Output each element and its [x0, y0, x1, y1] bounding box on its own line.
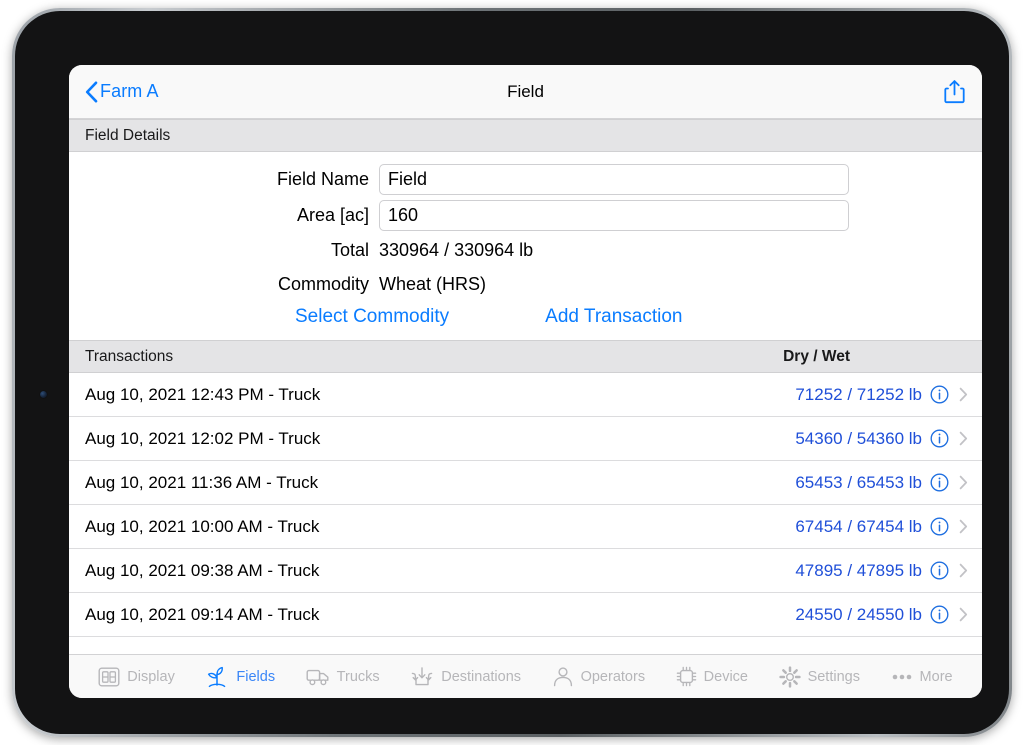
page-title: Field — [507, 81, 544, 101]
truck-icon — [306, 669, 329, 685]
destination-icon — [411, 666, 433, 685]
add-transaction-button[interactable]: Add Transaction — [545, 306, 682, 328]
sprout-icon — [208, 666, 226, 687]
chevron-right-icon — [959, 563, 968, 578]
transaction-amount: 54360 / 54360 lb — [795, 428, 922, 448]
field-actions: Select Commodity Add Transaction — [69, 306, 982, 328]
transactions-column-header-dry-wet: Dry / Wet — [783, 347, 850, 365]
chevron-right-icon — [959, 475, 968, 490]
navigation-bar: Farm A Field — [69, 65, 982, 119]
chevron-right-icon — [959, 431, 968, 446]
section-header-field-details: Field Details — [69, 119, 982, 152]
chevron-right-icon — [959, 519, 968, 534]
transaction-amount: 47895 / 47895 lb — [795, 560, 922, 580]
tab-item-destinations[interactable]: Destinations — [410, 666, 522, 687]
area-label: Area [ac] — [296, 204, 369, 225]
transactions-header-label: Transactions — [85, 347, 174, 365]
tab-item-settings[interactable]: Settings — [778, 665, 860, 688]
transaction-amount: 65453 / 65453 lb — [795, 472, 922, 492]
tab-item-label: More — [919, 668, 953, 685]
tab-item-more[interactable]: More — [891, 669, 953, 685]
tab-item-label: Trucks — [336, 668, 380, 685]
info-circle-icon[interactable] — [930, 473, 949, 492]
transaction-title: Aug 10, 2021 12:43 PM - Truck — [85, 384, 321, 404]
tab-item-trucks[interactable]: Trucks — [306, 668, 380, 686]
chevron-right-icon — [959, 387, 968, 402]
tab-item-label: Display — [127, 668, 175, 685]
form-row-field-name: Field Name — [69, 162, 982, 196]
tab-item-label: Destinations — [441, 668, 522, 685]
transaction-row[interactable]: Aug 10, 2021 09:14 AM - Truck 24550 / 245… — [69, 593, 982, 637]
section-header-label: Field Details — [85, 126, 171, 144]
tab-item-label: Fields — [236, 668, 276, 685]
transaction-title: Aug 10, 2021 11:36 AM - Truck — [85, 472, 319, 492]
transaction-row[interactable]: Aug 10, 2021 09:38 AM - Truck 47895 / 478… — [69, 549, 982, 593]
gear-icon — [778, 665, 801, 688]
transaction-row-partial[interactable] — [69, 637, 982, 651]
transaction-row[interactable]: Aug 10, 2021 12:02 PM - Truck 54360 / 543… — [69, 417, 982, 461]
share-button[interactable] — [944, 65, 965, 118]
form-row-area: Area [ac] — [69, 198, 982, 232]
form-row-total: Total 330964 / 330964 lb — [69, 234, 982, 266]
field-name-input[interactable] — [379, 163, 849, 195]
select-commodity-button[interactable]: Select Commodity — [295, 306, 449, 328]
person-icon — [553, 666, 572, 686]
transaction-amount: 71252 / 71252 lb — [795, 384, 922, 404]
chip-icon — [676, 666, 696, 687]
info-circle-icon[interactable] — [930, 561, 949, 580]
info-circle-icon[interactable] — [930, 517, 949, 536]
transaction-title: Aug 10, 2021 12:02 PM - Truck — [85, 428, 321, 448]
commodity-label: Commodity — [277, 273, 369, 294]
transactions-list: Aug 10, 2021 12:43 PM - Truck 71252 / 712… — [69, 373, 982, 651]
total-value: 330964 / 330964 lb — [379, 239, 534, 260]
transaction-row[interactable]: Aug 10, 2021 10:00 AM - Truck 67454 / 674… — [69, 505, 982, 549]
tab-item-label: Settings — [807, 668, 860, 685]
transaction-amount: 24550 / 24550 lb — [795, 604, 922, 624]
transaction-title: Aug 10, 2021 09:38 AM - Truck — [85, 560, 320, 580]
app-screen: Farm A Field Field Details Field Name Ar… — [69, 65, 982, 698]
tab-item-fields[interactable]: Fields — [205, 666, 275, 688]
tab-item-label: Device — [703, 668, 748, 685]
info-circle-icon[interactable] — [930, 429, 949, 448]
transaction-title: Aug 10, 2021 10:00 AM - Truck — [85, 516, 320, 536]
transaction-title: Aug 10, 2021 09:14 AM - Truck — [85, 604, 320, 624]
field-details-form: Field Name Area [ac] Total 330964 / 3309… — [69, 152, 982, 340]
area-input[interactable] — [379, 199, 849, 231]
tab-item-label: Operators — [580, 668, 646, 685]
ellipsis-icon — [892, 674, 911, 679]
transaction-amount: 67454 / 67454 lb — [795, 516, 922, 536]
section-header-transactions: Transactions Dry / Wet — [69, 340, 982, 373]
transaction-row[interactable]: Aug 10, 2021 12:43 PM - Truck 71252 / 712… — [69, 373, 982, 417]
ipad-device-frame: Farm A Field Field Details Field Name Ar… — [12, 8, 1012, 737]
transaction-row[interactable]: Aug 10, 2021 11:36 AM - Truck 65453 / 654… — [69, 461, 982, 505]
tab-item-operators[interactable]: Operators — [552, 666, 646, 687]
total-label: Total — [330, 239, 369, 260]
tab-item-device[interactable]: Device — [676, 666, 748, 687]
chevron-right-icon — [959, 607, 968, 622]
share-icon — [944, 80, 965, 104]
field-name-label: Field Name — [276, 168, 369, 189]
commodity-value: Wheat (HRS) — [379, 273, 487, 294]
info-circle-icon[interactable] — [930, 605, 949, 624]
info-circle-icon[interactable] — [930, 385, 949, 404]
form-row-commodity: Commodity Wheat (HRS) — [69, 268, 982, 300]
tab-item-display[interactable]: Display — [98, 667, 175, 687]
front-camera-icon — [40, 391, 47, 398]
display-icon — [98, 667, 120, 687]
tab-bar: Display Fields Trucks Destinations Operators… — [69, 654, 982, 698]
